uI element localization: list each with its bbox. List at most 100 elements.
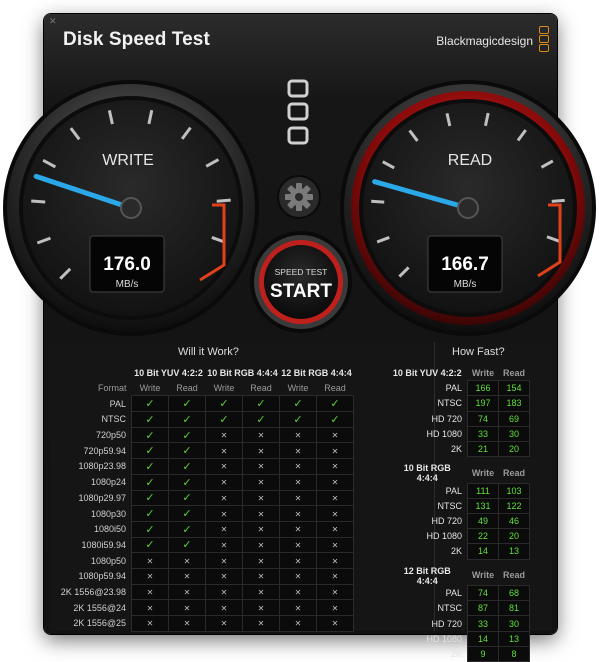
cross-cell: ✕ bbox=[316, 458, 354, 475]
cross-icon: ✕ bbox=[220, 525, 228, 535]
list-item: NTSC 197 183 bbox=[392, 395, 530, 412]
cross-icon: ✕ bbox=[183, 603, 191, 613]
write-label: WRITE bbox=[102, 152, 154, 169]
check-cell: ✓ bbox=[131, 489, 169, 507]
table-row: 720p50 ✓ ✓ ✕ ✕ ✕ ✕ bbox=[50, 426, 354, 444]
write-speed-value: 87 bbox=[467, 600, 499, 617]
start-button[interactable]: SPEED TEST START bbox=[250, 231, 352, 333]
cross-icon: ✕ bbox=[331, 603, 339, 613]
cross-icon: ✕ bbox=[331, 446, 339, 456]
cross-cell: ✕ bbox=[242, 458, 280, 475]
speed-group-header: 12 Bit RGB 4:4:4 bbox=[403, 565, 451, 586]
check-cell: ✓ bbox=[168, 536, 206, 554]
check-icon: ✓ bbox=[182, 445, 192, 458]
write-column-header: Write bbox=[287, 383, 309, 394]
cross-icon: ✕ bbox=[220, 462, 228, 472]
list-item: HD 720 33 30 bbox=[392, 615, 530, 632]
speed-format-label: NTSC bbox=[437, 398, 463, 409]
format-label: 2K 1556@23.98 bbox=[60, 586, 126, 597]
cross-icon: ✕ bbox=[294, 431, 302, 441]
check-cell: ✓ bbox=[168, 505, 206, 522]
cross-icon: ✕ bbox=[331, 540, 339, 550]
format-label: 1080p59.94 bbox=[78, 571, 126, 582]
start-label: START bbox=[270, 281, 332, 302]
write-speed-value: 33 bbox=[467, 615, 499, 632]
will-it-work-table: 10 Bit YUV 4:2:2 10 Bit RGB 4:4:4 12 Bit R… bbox=[50, 366, 354, 632]
check-icon: ✓ bbox=[145, 398, 155, 411]
tick-mark bbox=[216, 198, 231, 203]
cross-cell: ✕ bbox=[205, 489, 243, 507]
format-column-header: Format bbox=[97, 383, 127, 394]
cross-icon: ✕ bbox=[257, 587, 265, 597]
cross-icon: ✕ bbox=[294, 619, 302, 629]
check-cell: ✓ bbox=[131, 426, 169, 444]
check-icon: ✓ bbox=[219, 398, 229, 411]
list-item: HD 720 74 69 bbox=[392, 410, 530, 427]
table-row: 1080p50 ✕ ✕ ✕ ✕ ✕ ✕ bbox=[50, 552, 354, 569]
cross-icon: ✕ bbox=[294, 493, 302, 503]
format-label: 1080p50 bbox=[90, 555, 126, 566]
cross-cell: ✕ bbox=[316, 489, 354, 507]
speed-format-label: HD 1080 bbox=[426, 633, 462, 644]
settings-button[interactable] bbox=[277, 175, 321, 219]
list-item: PAL 111 103 bbox=[392, 482, 530, 499]
check-cell: ✓ bbox=[242, 411, 280, 428]
read-speed-value: 183 bbox=[498, 395, 530, 412]
check-icon: ✓ bbox=[219, 413, 229, 426]
cross-icon: ✕ bbox=[294, 509, 302, 519]
write-unit: MB/s bbox=[116, 279, 139, 290]
cross-icon: ✕ bbox=[257, 603, 265, 613]
cross-icon: ✕ bbox=[146, 587, 154, 597]
check-cell: ✓ bbox=[131, 505, 169, 522]
check-cell: ✓ bbox=[242, 395, 280, 413]
table-row: 1080p24 ✓ ✓ ✕ ✕ ✕ ✕ bbox=[50, 473, 354, 491]
cross-icon: ✕ bbox=[294, 572, 302, 582]
cross-icon: ✕ bbox=[220, 572, 228, 582]
cross-icon: ✕ bbox=[146, 603, 154, 613]
check-icon: ✓ bbox=[293, 413, 303, 426]
cross-cell: ✕ bbox=[316, 442, 354, 460]
write-speed-value: 74 bbox=[467, 410, 499, 427]
cross-cell: ✕ bbox=[316, 426, 354, 444]
cross-icon: ✕ bbox=[183, 587, 191, 597]
cross-icon: ✕ bbox=[220, 603, 228, 613]
list-item: PAL 166 154 bbox=[392, 380, 530, 397]
speed-format-label: HD 720 bbox=[431, 413, 462, 424]
cross-icon: ✕ bbox=[220, 619, 228, 629]
write-hub bbox=[120, 197, 142, 219]
read-speed-value: 103 bbox=[498, 482, 530, 499]
cross-cell: ✕ bbox=[131, 583, 169, 601]
write-speed-value: 49 bbox=[467, 512, 499, 530]
cross-icon: ✕ bbox=[146, 619, 154, 629]
read-speed-value: 13 bbox=[498, 543, 530, 560]
cross-icon: ✕ bbox=[294, 540, 302, 550]
speed-format-label: PAL bbox=[445, 383, 462, 394]
center-logo-icon bbox=[287, 79, 309, 145]
format-label: 2K 1556@25 bbox=[73, 618, 126, 629]
format-label: NTSC bbox=[101, 414, 127, 425]
table-row: 1080p30 ✓ ✓ ✕ ✕ ✕ ✕ bbox=[50, 505, 354, 522]
list-item: 2K 14 13 bbox=[392, 543, 530, 560]
check-icon: ✓ bbox=[145, 523, 155, 536]
cross-icon: ✕ bbox=[331, 572, 339, 582]
table-row: 2K 1556@24 ✕ ✕ ✕ ✕ ✕ ✕ bbox=[50, 599, 354, 616]
cross-cell: ✕ bbox=[168, 583, 206, 601]
write-column-header: Write bbox=[471, 368, 495, 379]
cross-icon: ✕ bbox=[183, 619, 191, 629]
write-speed-value: 14 bbox=[467, 543, 499, 560]
check-icon: ✓ bbox=[330, 413, 340, 426]
cross-cell: ✕ bbox=[242, 520, 280, 538]
check-cell: ✓ bbox=[168, 426, 206, 444]
format-group-header: 12 Bit RGB 4:4:4 bbox=[281, 368, 352, 379]
cross-cell: ✕ bbox=[316, 505, 354, 522]
cross-cell: ✕ bbox=[316, 567, 354, 585]
list-item: PAL 74 68 bbox=[392, 585, 530, 602]
check-icon: ✓ bbox=[256, 413, 266, 426]
cross-icon: ✕ bbox=[220, 509, 228, 519]
cross-cell: ✕ bbox=[242, 536, 280, 554]
table-row: 1080p59.94 ✕ ✕ ✕ ✕ ✕ ✕ bbox=[50, 567, 354, 585]
cross-icon: ✕ bbox=[294, 446, 302, 456]
read-speed-value: 81 bbox=[498, 600, 530, 617]
check-cell: ✓ bbox=[316, 395, 354, 413]
read-speed-value: 154 bbox=[498, 380, 530, 397]
